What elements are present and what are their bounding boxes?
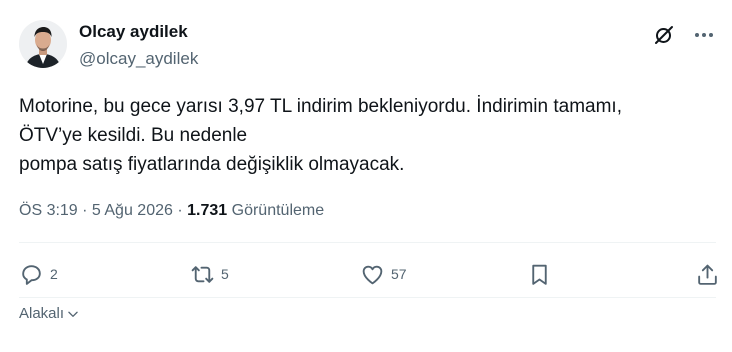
- tweet-text-line: pompa satış fiyatlarında değişiklik olma…: [19, 154, 405, 175]
- avatar[interactable]: [19, 20, 67, 68]
- bookmark-icon: [532, 264, 547, 285]
- tweet-text: Motorine, bu gece yarısı 3,97 TL indirim…: [19, 92, 719, 179]
- author-name[interactable]: Olcay aydilek: [79, 22, 188, 42]
- tweet-timestamp[interactable]: ÖS 3:19 · 5 Ağu 2026 ·: [19, 202, 183, 219]
- share-icon: [698, 264, 717, 285]
- divider: [19, 297, 716, 298]
- like-button[interactable]: 57: [360, 258, 407, 290]
- tweet-meta: ÖS 3:19 · 5 Ağu 2026 · 1.731 Görüntüleme: [19, 202, 324, 220]
- tweet-header: Olcay aydilek @olcay_aydilek: [19, 17, 716, 71]
- repost-count: 5: [221, 266, 229, 282]
- tweet-text-line: Motorine, bu gece yarısı 3,97 TL indirim…: [19, 96, 622, 117]
- views-count: 1.731: [187, 202, 228, 219]
- views-label: Görüntüleme: [231, 202, 325, 219]
- like-icon: [362, 265, 383, 284]
- repost-icon: [191, 265, 214, 283]
- share-button[interactable]: [695, 258, 720, 290]
- sort-label: Alakalı: [19, 305, 65, 322]
- repost-button[interactable]: 5: [190, 258, 229, 290]
- reply-button[interactable]: 2: [19, 258, 58, 290]
- author-handle[interactable]: @olcay_aydilek: [79, 49, 198, 69]
- more-icon[interactable]: [692, 23, 716, 47]
- like-count: 57: [391, 266, 407, 282]
- divider: [19, 242, 716, 243]
- reply-icon: [22, 264, 41, 285]
- chevron-down-icon: [68, 311, 78, 317]
- reply-count: 2: [50, 266, 58, 282]
- reply-sort-dropdown[interactable]: Alakalı: [19, 305, 80, 322]
- grok-icon[interactable]: [652, 23, 676, 47]
- bookmark-button[interactable]: [527, 258, 552, 290]
- action-bar: 2 5 57: [19, 258, 717, 290]
- tweet-text-line: ÖTV’ye kesildi. Bu nedenle: [19, 125, 248, 146]
